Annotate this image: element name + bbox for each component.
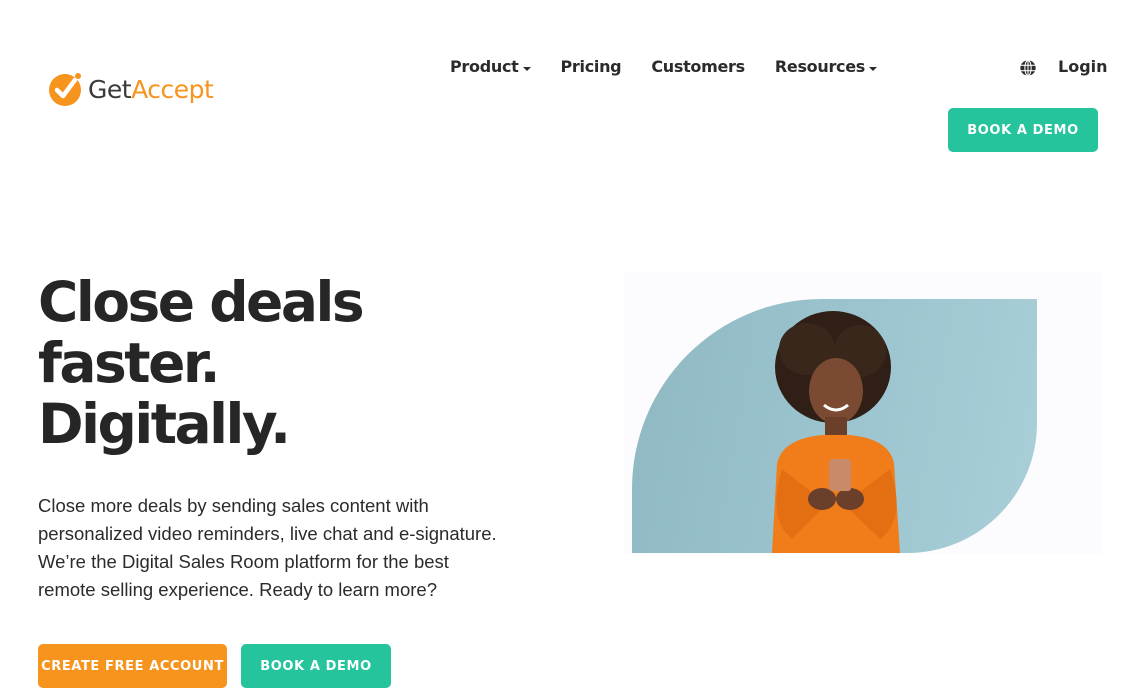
logo-text: GetAccept <box>88 74 214 104</box>
woman-with-phone-illustration <box>772 311 900 553</box>
hero-image-shape <box>632 299 1037 553</box>
nav-item-product[interactable]: Product <box>450 57 531 76</box>
nav-item-label: Customers <box>651 57 745 76</box>
logo[interactable]: GetAccept <box>48 71 214 107</box>
hero-image <box>624 272 1102 554</box>
create-free-account-button[interactable]: CREATE FREE ACCOUNT <box>38 644 227 688</box>
caret-down-icon <box>869 66 878 71</box>
hero-description: Close more deals by sending sales conten… <box>38 492 518 604</box>
hero-title: Close deals faster. Digitally. <box>38 270 365 456</box>
hero-description-line: Close more deals by sending sales conten… <box>38 495 429 516</box>
nav-item-pricing[interactable]: Pricing <box>561 57 622 76</box>
nav-item-label: Pricing <box>560 57 622 76</box>
nav-item-customers[interactable]: Customers <box>651 57 745 76</box>
hero-title-line: Close deals <box>38 270 365 334</box>
hero-description-line: remote selling experience. Ready to lear… <box>38 579 437 600</box>
nav-item-resources[interactable]: Resources <box>774 57 878 76</box>
login-link[interactable]: Login <box>1058 57 1108 76</box>
nav-item-label: Resources <box>774 57 866 76</box>
logo-text-get: Get <box>88 74 132 104</box>
nav-item-label: Product <box>450 57 519 76</box>
checkmark-logo-icon <box>49 73 81 106</box>
book-demo-button-hero[interactable]: BOOK A DEMO <box>241 644 391 688</box>
hero-title-line: faster. <box>38 331 221 395</box>
hero-title-line: Digitally. <box>38 392 291 456</box>
logo-text-accept: Accept <box>131 74 214 104</box>
hero-description-line: We’re the Digital Sales Room platform fo… <box>38 551 449 572</box>
globe-icon[interactable] <box>1019 59 1037 77</box>
caret-down-icon <box>522 66 531 71</box>
hero-description-line: personalized video reminders, live chat … <box>38 523 497 544</box>
main-nav: Product Pricing Customers Resources <box>450 57 878 76</box>
book-demo-button-header[interactable]: BOOK A DEMO <box>948 108 1098 152</box>
